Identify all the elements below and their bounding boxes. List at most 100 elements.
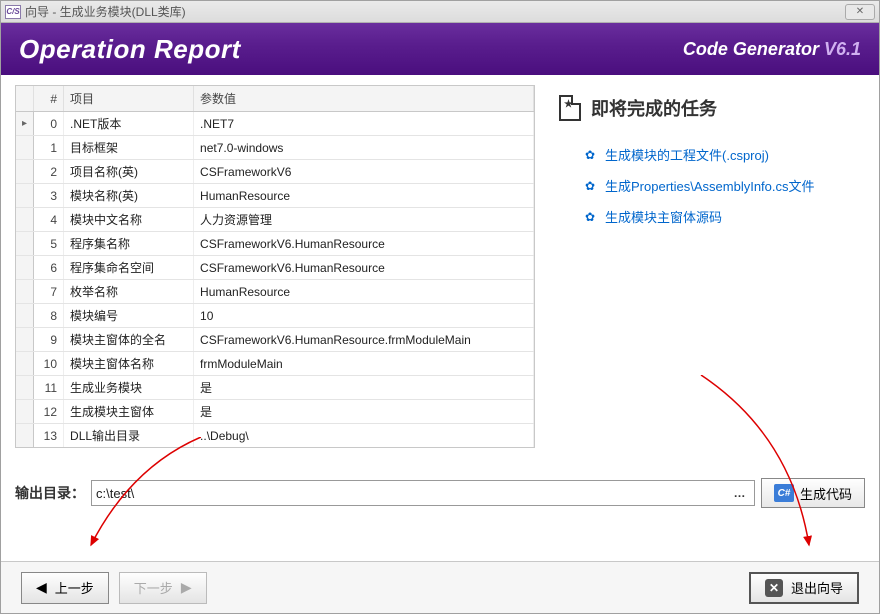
col-index[interactable]: # (34, 86, 64, 112)
close-button[interactable]: ✕ (845, 4, 875, 20)
header-banner: Operation Report Code Generator V6.1 (1, 23, 879, 75)
row-pointer (16, 376, 34, 400)
footer: ◀ 上一步 下一步 ▶ ✕ 退出向导 (1, 561, 879, 613)
triangle-right-icon: ▶ (181, 579, 192, 596)
row-value: HumanResource (194, 184, 534, 208)
row-value: .NET7 (194, 112, 534, 136)
row-key: 程序集名称 (64, 232, 194, 256)
table-row[interactable]: 9模块主窗体的全名CSFrameworkV6.HumanResource.frm… (16, 328, 534, 352)
row-pointer (16, 280, 34, 304)
table-row[interactable]: 4模块中文名称人力资源管理 (16, 208, 534, 232)
row-index: 8 (34, 304, 64, 328)
window-title: 向导 - 生成业务模块(DLL类库) (25, 3, 186, 20)
row-value: CSFrameworkV6.HumanResource (194, 232, 534, 256)
row-index: 1 (34, 136, 64, 160)
col-key[interactable]: 项目 (64, 86, 194, 112)
row-index: 11 (34, 376, 64, 400)
task-item: ✿ 生成Properties\AssemblyInfo.cs文件 (583, 176, 865, 195)
row-key: 模块主窗体名称 (64, 352, 194, 376)
page-title: Operation Report (19, 34, 241, 65)
output-path-field[interactable]: … (91, 480, 755, 506)
row-value: net7.0-windows (194, 136, 534, 160)
table-row[interactable]: 5程序集名称CSFrameworkV6.HumanResource (16, 232, 534, 256)
row-index: 10 (34, 352, 64, 376)
prev-button[interactable]: ◀ 上一步 (21, 572, 109, 604)
row-value: CSFrameworkV6.HumanResource (194, 256, 534, 280)
table-row[interactable]: 10模块主窗体名称frmModuleMain (16, 352, 534, 376)
row-pointer (16, 136, 34, 160)
table-row[interactable]: ▸0.NET版本.NET7 (16, 112, 534, 136)
table-row[interactable]: 6程序集命名空间CSFrameworkV6.HumanResource (16, 256, 534, 280)
task-text: 生成模块的工程文件(.csproj) (605, 145, 769, 164)
row-pointer (16, 232, 34, 256)
row-index: 9 (34, 328, 64, 352)
row-pointer (16, 304, 34, 328)
row-key: 模块主窗体的全名 (64, 328, 194, 352)
row-key: 模块中文名称 (64, 208, 194, 232)
row-pointer-header (16, 86, 34, 112)
tasks-title: 即将完成的任务 (559, 95, 865, 121)
row-index: 7 (34, 280, 64, 304)
row-index: 12 (34, 400, 64, 424)
row-key: DLL输出目录 (64, 424, 194, 448)
generate-code-label: 生成代码 (800, 484, 852, 503)
generate-code-button[interactable]: C# 生成代码 (761, 478, 865, 508)
row-pointer (16, 424, 34, 448)
table-row[interactable]: 7枚举名称HumanResource (16, 280, 534, 304)
gear-icon: ✿ (583, 179, 597, 193)
row-pointer (16, 328, 34, 352)
col-value[interactable]: 参数值 (194, 86, 534, 112)
brand-label: Code Generator V6.1 (683, 39, 861, 60)
row-key: 目标框架 (64, 136, 194, 160)
table-row[interactable]: 13DLL输出目录..\Debug\ (16, 424, 534, 448)
row-key: 模块名称(英) (64, 184, 194, 208)
row-value: CSFrameworkV6.HumanResource.frmModuleMai… (194, 328, 534, 352)
row-value: HumanResource (194, 280, 534, 304)
task-text: 生成Properties\AssemblyInfo.cs文件 (605, 176, 815, 195)
row-pointer (16, 352, 34, 376)
table-row[interactable]: 8模块编号10 (16, 304, 534, 328)
row-key: 生成业务模块 (64, 376, 194, 400)
row-key: 模块编号 (64, 304, 194, 328)
document-star-icon (559, 95, 581, 121)
wizard-window: C/S 向导 - 生成业务模块(DLL类库) ✕ Operation Repor… (0, 0, 880, 614)
task-item: ✿ 生成模块的工程文件(.csproj) (583, 145, 865, 164)
task-text: 生成模块主窗体源码 (605, 207, 722, 226)
body: # 项目 参数值 ▸0.NET版本.NET71目标框架net7.0-window… (1, 75, 879, 561)
parameters-table: # 项目 参数值 ▸0.NET版本.NET71目标框架net7.0-window… (15, 85, 535, 448)
output-row: 输出目录： … C# 生成代码 (15, 478, 865, 508)
table-row[interactable]: 12生成模块主窗体是 (16, 400, 534, 424)
close-square-icon: ✕ (765, 579, 783, 597)
table-row[interactable]: 11生成业务模块是 (16, 376, 534, 400)
row-pointer (16, 400, 34, 424)
row-value: 人力资源管理 (194, 208, 534, 232)
close-icon: ✕ (856, 6, 864, 17)
row-value: CSFrameworkV6 (194, 160, 534, 184)
table-row[interactable]: 3模块名称(英)HumanResource (16, 184, 534, 208)
row-index: 6 (34, 256, 64, 280)
row-index: 13 (34, 424, 64, 448)
output-path-input[interactable] (96, 486, 730, 501)
gear-icon: ✿ (583, 148, 597, 162)
row-key: 程序集命名空间 (64, 256, 194, 280)
csharp-icon: C# (774, 484, 794, 502)
table-row[interactable]: 2项目名称(英)CSFrameworkV6 (16, 160, 534, 184)
titlebar: C/S 向导 - 生成业务模块(DLL类库) ✕ (1, 1, 879, 23)
row-value: ..\Debug\ (194, 424, 534, 448)
row-pointer (16, 184, 34, 208)
table-row[interactable]: 1目标框架net7.0-windows (16, 136, 534, 160)
row-value: 10 (194, 304, 534, 328)
row-index: 4 (34, 208, 64, 232)
row-index: 2 (34, 160, 64, 184)
row-pointer (16, 256, 34, 280)
next-button: 下一步 ▶ (119, 572, 207, 604)
gear-icon: ✿ (583, 210, 597, 224)
row-key: 枚举名称 (64, 280, 194, 304)
output-label: 输出目录： (15, 483, 85, 503)
tasks-list: ✿ 生成模块的工程文件(.csproj) ✿ 生成Properties\Assembl… (559, 145, 865, 226)
app-icon: C/S (5, 5, 21, 19)
browse-button[interactable]: … (730, 486, 750, 500)
exit-wizard-button[interactable]: ✕ 退出向导 (749, 572, 859, 604)
row-pointer (16, 208, 34, 232)
triangle-left-icon: ◀ (36, 579, 47, 596)
